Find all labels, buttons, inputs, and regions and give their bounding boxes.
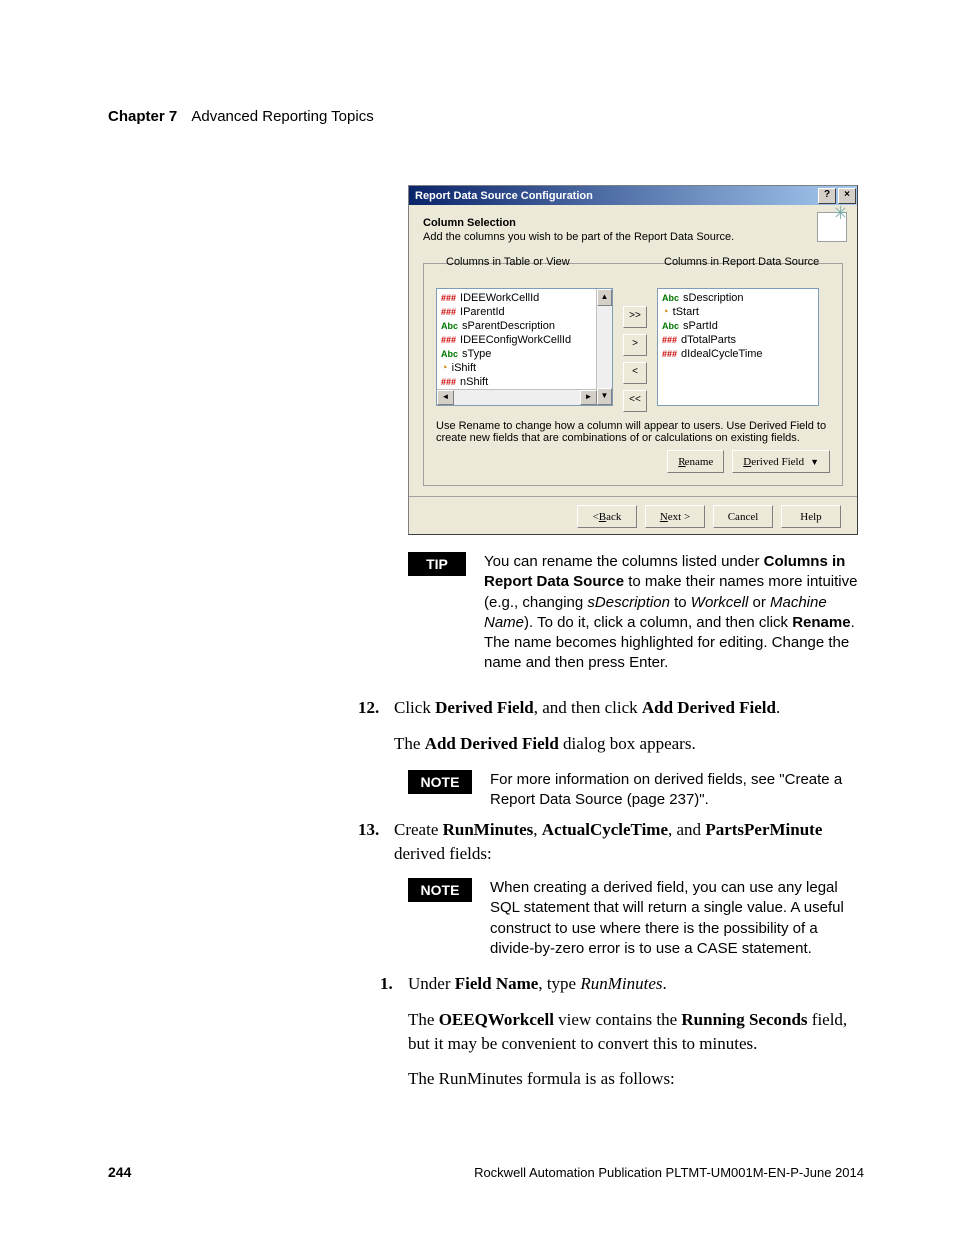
chevron-down-icon: ▼ xyxy=(810,457,819,467)
list-item: ###IParentId xyxy=(437,305,612,319)
number-icon: ### xyxy=(662,335,677,345)
list-item: AbcsType xyxy=(437,347,612,361)
list-item: AbcsParentDescription xyxy=(437,319,612,333)
left-list-header: Columns in Table or View xyxy=(446,256,570,268)
hint-text: Use Rename to change how a column will a… xyxy=(436,420,830,444)
section-title: Column Selection xyxy=(423,217,843,229)
note-callout: NOTE For more information on derived fie… xyxy=(408,770,864,811)
number-icon: ### xyxy=(441,307,456,317)
step-13: 13. Create RunMinutes, ActualCycleTime, … xyxy=(358,818,864,866)
note-body: For more information on derived fields, … xyxy=(490,770,864,811)
list-item: ###dTotalParts xyxy=(658,333,818,347)
move-right-button[interactable]: > xyxy=(623,334,647,356)
note-tag: NOTE xyxy=(408,878,472,902)
list-item: ###IDEEWorkCellId xyxy=(437,291,612,305)
list-item: ◔tStart xyxy=(658,305,818,319)
help-button[interactable]: Help xyxy=(781,505,841,528)
scrollbar-horizontal[interactable]: ◄► xyxy=(437,389,597,405)
list-item: ###IDEEConfigWorkCellId xyxy=(437,333,612,347)
tip-tag: TIP xyxy=(408,552,466,576)
section-subtitle: Add the columns you wish to be part of t… xyxy=(423,231,843,243)
step-12: 12. Click Derived Field, and then click … xyxy=(358,696,864,756)
time-icon: ◔ xyxy=(662,308,669,317)
back-button[interactable]: < Back xyxy=(577,505,637,528)
list-item: ◔iShift xyxy=(437,361,612,375)
page-number: 244 xyxy=(108,1164,131,1180)
topic-label: Advanced Reporting Topics xyxy=(191,108,373,125)
list-item: ###dIdealCycleTime xyxy=(658,347,818,361)
list-item: AbcsDescription xyxy=(658,291,818,305)
text-icon: Abc xyxy=(662,321,679,331)
move-left-button[interactable]: < xyxy=(623,362,647,384)
close-icon[interactable]: × xyxy=(838,188,856,204)
tip-callout: TIP You can rename the columns listed un… xyxy=(408,552,864,674)
text-icon: Abc xyxy=(441,349,458,359)
rename-button[interactable]: Rename xyxy=(667,450,724,473)
note-callout-2: NOTE When creating a derived field, you … xyxy=(408,878,864,959)
time-icon: ◔ xyxy=(441,364,448,373)
number-icon: ### xyxy=(441,335,456,345)
text-icon: Abc xyxy=(662,293,679,303)
page-header: Chapter 7 Advanced Reporting Topics xyxy=(108,108,374,125)
next-button[interactable]: Next > xyxy=(645,505,705,528)
publication-info: Rockwell Automation Publication PLTMT-UM… xyxy=(474,1165,864,1180)
substep-1: 1. Under Field Name, type RunMinutes. Th… xyxy=(380,972,864,1091)
move-all-right-button[interactable]: >> xyxy=(623,306,647,328)
note-body: When creating a derived field, you can u… xyxy=(490,878,864,959)
number-icon: ### xyxy=(662,349,677,359)
move-all-left-button[interactable]: << xyxy=(623,390,647,412)
dialog-window: Report Data Source Configuration ? × Col… xyxy=(408,185,858,535)
scrollbar-vertical[interactable]: ▲▼ xyxy=(596,289,612,405)
cancel-button[interactable]: Cancel xyxy=(713,505,773,528)
tip-body: You can rename the columns listed under … xyxy=(484,552,864,674)
wizard-icon xyxy=(817,212,847,242)
column-group: Columns in Table or View Columns in Repo… xyxy=(423,263,843,486)
selected-columns-list[interactable]: AbcsDescription ◔tStart AbcsPartId ###dT… xyxy=(657,288,819,406)
dialog-title: Report Data Source Configuration xyxy=(415,190,593,202)
help-icon[interactable]: ? xyxy=(818,188,836,204)
dialog-titlebar: Report Data Source Configuration ? × xyxy=(409,186,857,205)
note-tag: NOTE xyxy=(408,770,472,794)
right-list-header: Columns in Report Data Source xyxy=(664,256,819,268)
list-item: AbcsPartId xyxy=(658,319,818,333)
available-columns-list[interactable]: ###IDEEWorkCellId ###IParentId AbcsParen… xyxy=(436,288,613,406)
derived-field-button[interactable]: Derived Field▼ xyxy=(732,450,830,473)
chapter-label: Chapter 7 xyxy=(108,108,177,125)
list-item: ###nShift xyxy=(437,375,612,389)
text-icon: Abc xyxy=(441,321,458,331)
number-icon: ### xyxy=(441,377,456,387)
number-icon: ### xyxy=(441,293,456,303)
